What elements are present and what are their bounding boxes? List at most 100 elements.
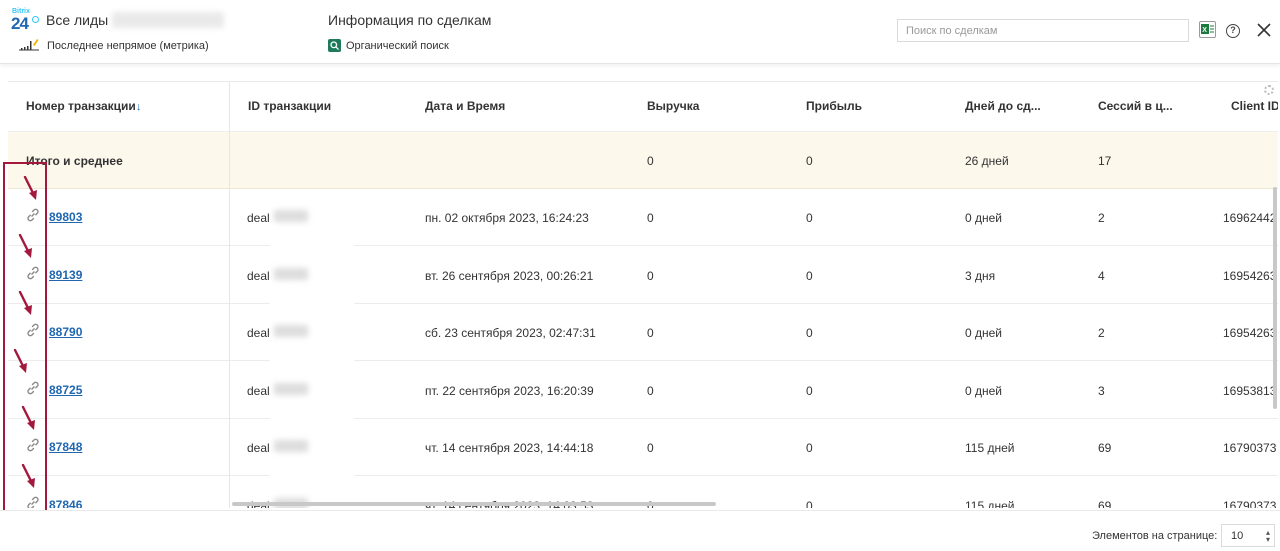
deals-search-input[interactable]: [897, 19, 1189, 42]
annotation-arrow-icon: [18, 233, 32, 258]
column-divider: [229, 82, 230, 508]
close-icon[interactable]: [1256, 22, 1272, 38]
column-header-transaction-id[interactable]: ID транзакции: [248, 99, 331, 113]
logo-main-text: 24: [11, 14, 29, 33]
table-row: 89803 deal пн. 02 октября 2023, 16:24:23 0 0…: [8, 189, 1278, 246]
annotation-arrow-icon: [21, 463, 35, 488]
transaction-number-link[interactable]: 88790: [49, 325, 82, 339]
client-id-value: 16790373: [1223, 441, 1277, 455]
days-to-deal-value: 115 дней: [965, 498, 1015, 509]
transaction-datetime: пт. 22 сентября 2023, 16:20:39: [425, 383, 594, 398]
column-header-datetime[interactable]: Дата и Время: [425, 99, 505, 113]
transaction-id: deal: [247, 326, 270, 340]
table-header: Номер транзакции↓ ID транзакции Дата и В…: [8, 82, 1278, 132]
redacted-id-value: [274, 267, 308, 280]
days-to-deal-value: 0 дней: [965, 326, 1003, 340]
gear-icon[interactable]: [1264, 85, 1274, 95]
column-header-client-id[interactable]: Client ID: [1231, 99, 1278, 113]
annotation-arrow-icon: [18, 291, 32, 315]
column-header-revenue[interactable]: Выручка: [647, 99, 699, 113]
transaction-datetime: пн. 02 октября 2023, 16:24:23: [425, 211, 589, 225]
table-row: 88790 deal сб. 23 сентября 2023, 02:47:31 0…: [8, 304, 1278, 361]
page-size-select[interactable]: 10 ▴ ▾: [1221, 524, 1275, 547]
redacted-id-value: [274, 325, 308, 337]
column-header-label: Номер транзакции: [26, 99, 136, 113]
redacted-id-value: [274, 210, 308, 222]
profit-value: 0: [806, 211, 813, 225]
page-size-value: 10: [1231, 530, 1244, 542]
totals-revenue: 0: [647, 154, 654, 168]
client-id-value: 16962442: [1223, 211, 1277, 225]
section-title: Информация по сделкам: [328, 12, 492, 28]
sessions-value: 69: [1098, 441, 1112, 455]
table-row: 89139 deal вт. 26 сентября 2023, 00:26:21 0…: [8, 246, 1278, 304]
page-size-label: Элементов на странице:: [1092, 530, 1218, 542]
sessions-value: 2: [1098, 326, 1105, 340]
table-row: 87848 deal чт. 14 сентября 2023, 14:44:18 0…: [8, 419, 1278, 476]
table-footer: Элементов на странице: 10 ▴ ▾: [0, 510, 1280, 551]
transaction-datetime: вт. 26 сентября 2023, 00:26:21: [425, 268, 594, 283]
client-id-value: 16953813: [1223, 383, 1277, 398]
revenue-value: 0: [647, 326, 654, 340]
profit-value: 0: [806, 441, 813, 455]
clock-icon: [32, 16, 39, 23]
totals-profit: 0: [806, 154, 813, 168]
transaction-number-link[interactable]: 87848: [49, 440, 82, 454]
profit-value: 0: [806, 326, 813, 340]
vertical-scrollbar[interactable]: [1273, 187, 1277, 409]
annotation-arrow-icon: [21, 406, 35, 430]
redacted-id-value: [274, 382, 308, 395]
profit-value: 0: [806, 268, 813, 283]
horizontal-scrollbar[interactable]: [232, 502, 716, 506]
column-header-days-to-deal[interactable]: Дней до сд...: [965, 99, 1041, 113]
client-id-value: 16954263: [1223, 326, 1277, 340]
transaction-number-link[interactable]: 87846: [49, 498, 82, 509]
totals-sessions: 17: [1098, 154, 1112, 168]
days-to-deal-value: 0 дней: [965, 383, 1003, 398]
attribution-model-label[interactable]: Последнее непрямое (метрика): [47, 40, 209, 52]
redacted-id-value: [274, 440, 308, 452]
totals-days: 26 дней: [965, 154, 1009, 168]
sessions-value: 2: [1098, 211, 1105, 225]
profit-value: 0: [806, 383, 813, 398]
profit-value: 0: [806, 498, 813, 509]
transaction-id: deal: [247, 383, 270, 398]
sessions-value: 3: [1098, 383, 1105, 398]
annotation-arrow-icon: [13, 348, 27, 373]
svg-text:X: X: [1202, 27, 1207, 34]
sessions-value: 4: [1098, 268, 1105, 283]
column-header-transaction-number[interactable]: Номер транзакции↓: [26, 99, 141, 113]
traffic-source-filter[interactable]: Органический поиск: [346, 40, 449, 52]
redacted-title-part: [112, 12, 224, 28]
sort-down-icon: ↓: [135, 101, 142, 113]
transaction-number-link[interactable]: 88725: [49, 383, 82, 397]
top-bar: Bitrix 24 Все лиды Последнее непрямое (м…: [0, 0, 1280, 64]
revenue-value: 0: [647, 211, 654, 225]
days-to-deal-value: 115 дней: [965, 441, 1015, 455]
client-id-value: 16954263: [1223, 268, 1277, 283]
transaction-number-link[interactable]: 89803: [49, 210, 82, 224]
transaction-number-link[interactable]: 89139: [49, 268, 82, 282]
table-row: 88725 deal пт. 22 сентября 2023, 16:20:39 0…: [8, 361, 1278, 419]
transaction-id: deal: [247, 268, 270, 283]
transaction-id: deal: [247, 211, 270, 225]
bitrix24-logo: Bitrix 24: [11, 8, 39, 34]
totals-row: Итого и среднее 0 0 26 дней 17: [8, 132, 1278, 189]
client-id-value: 16790373: [1223, 498, 1277, 509]
help-icon[interactable]: ?: [1226, 24, 1240, 38]
attribution-chart-icon: [19, 39, 39, 51]
deals-table: Номер транзакции↓ ID транзакции Дата и В…: [8, 81, 1278, 508]
spinner-arrows-icon[interactable]: ▴ ▾: [1266, 529, 1270, 544]
transaction-datetime: сб. 23 сентября 2023, 02:47:31: [425, 326, 596, 340]
revenue-value: 0: [647, 383, 654, 398]
page-title: Все лиды: [46, 12, 109, 28]
days-to-deal-value: 3 дня: [965, 268, 996, 283]
transaction-id: deal: [247, 441, 270, 455]
transaction-datetime: чт. 14 сентября 2023, 14:44:18: [425, 441, 594, 455]
column-header-sessions[interactable]: Сессий в ц...: [1098, 99, 1173, 113]
revenue-value: 0: [647, 268, 654, 283]
excel-icon[interactable]: X: [1199, 21, 1216, 38]
annotation-arrow-icon: [23, 176, 37, 200]
column-header-profit[interactable]: Прибыль: [806, 99, 862, 113]
revenue-value: 0: [647, 441, 654, 455]
